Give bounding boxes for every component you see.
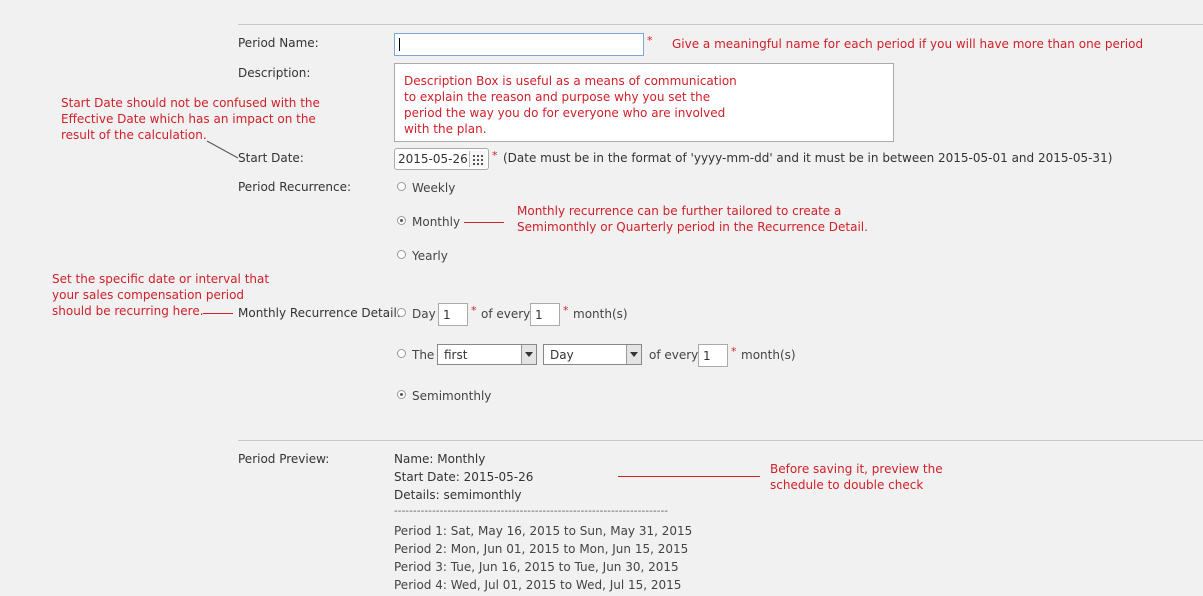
description-textarea[interactable]: Description Box is useful as a means of … (394, 63, 894, 142)
radio-weekly[interactable] (397, 182, 406, 191)
preview-period-3: Period 3: Tue, Jun 16, 2015 to Tue, Jun … (394, 560, 679, 574)
required-mark: * (647, 34, 653, 47)
required-mark: * (471, 304, 477, 317)
radio-semimonthly[interactable] (397, 390, 406, 399)
recurrence-detail-annotation: Set the specific date or interval that y… (52, 272, 270, 318)
required-mark: * (563, 304, 569, 317)
required-mark: * (731, 345, 737, 358)
start-date-label: Start Date: (238, 151, 304, 165)
preview-name: Name: Monthly (394, 452, 486, 466)
chevron-down-icon (626, 345, 641, 364)
recurrence-detail-annotation-line (203, 313, 233, 314)
preview-annotation-line (618, 476, 760, 477)
monthly-recurrence-detail-label: Monthly Recurrence Detail: (238, 306, 401, 320)
radio-day-label: Day (412, 307, 436, 321)
period-name-input[interactable] (394, 33, 644, 56)
radio-monthly[interactable] (397, 216, 406, 225)
radio-monthly-label: Monthly (412, 215, 461, 229)
preview-separator: ----------------------------------------… (394, 506, 669, 517)
radio-day[interactable] (397, 308, 406, 317)
chevron-down-icon (521, 345, 536, 364)
of-every-text: of every (481, 307, 531, 321)
period-preview-label: Period Preview: (238, 452, 330, 466)
description-text: Description Box is useful as a means of … (404, 74, 737, 136)
required-mark: * (492, 149, 498, 162)
text-cursor (399, 38, 400, 51)
description-label: Description: (238, 66, 311, 80)
ordinal-select[interactable]: first (437, 344, 537, 365)
months-text: month(s) (573, 307, 628, 321)
radio-yearly[interactable] (397, 250, 406, 259)
day-every-input[interactable]: 1 (530, 303, 560, 326)
preview-divider (238, 440, 1203, 441)
period-recurrence-label: Period Recurrence: (238, 180, 352, 194)
weekday-select[interactable]: Day (543, 344, 642, 365)
start-date-pointer (206, 140, 239, 159)
calendar-icon[interactable] (469, 151, 486, 167)
preview-period-1: Period 1: Sat, May 16, 2015 to Sun, May … (394, 524, 693, 538)
months-text: month(s) (741, 348, 796, 362)
radio-the[interactable] (397, 349, 406, 358)
start-date-note: (Date must be in the format of 'yyyy-mm-… (503, 151, 1113, 165)
preview-period-2: Period 2: Mon, Jun 01, 2015 to Mon, Jun … (394, 542, 689, 556)
preview-details: Details: semimonthly (394, 488, 522, 502)
start-date-annotation: Start Date should not be confused with t… (61, 96, 320, 142)
monthly-annotation-line (464, 222, 504, 223)
preview-annotation: Before saving it, preview the schedule t… (770, 462, 943, 492)
the-every-input[interactable]: 1 (698, 344, 728, 367)
preview-period-4: Period 4: Wed, Jul 01, 2015 to Wed, Jul … (394, 578, 682, 592)
preview-start-date: Start Date: 2015-05-26 (394, 470, 534, 484)
radio-semimonthly-label: Semimonthly (412, 389, 492, 403)
day-input[interactable]: 1 (438, 303, 468, 326)
top-divider (238, 24, 1203, 25)
radio-weekly-label: Weekly (412, 181, 456, 195)
period-name-hint: Give a meaningful name for each period i… (672, 37, 1144, 51)
of-every-text: of every (649, 348, 699, 362)
period-name-label: Period Name: (238, 36, 319, 50)
radio-the-label: The (412, 348, 435, 362)
start-date-input[interactable]: 2015-05-26 (394, 148, 489, 170)
radio-yearly-label: Yearly (412, 249, 448, 263)
monthly-annotation: Monthly recurrence can be further tailor… (517, 204, 868, 234)
